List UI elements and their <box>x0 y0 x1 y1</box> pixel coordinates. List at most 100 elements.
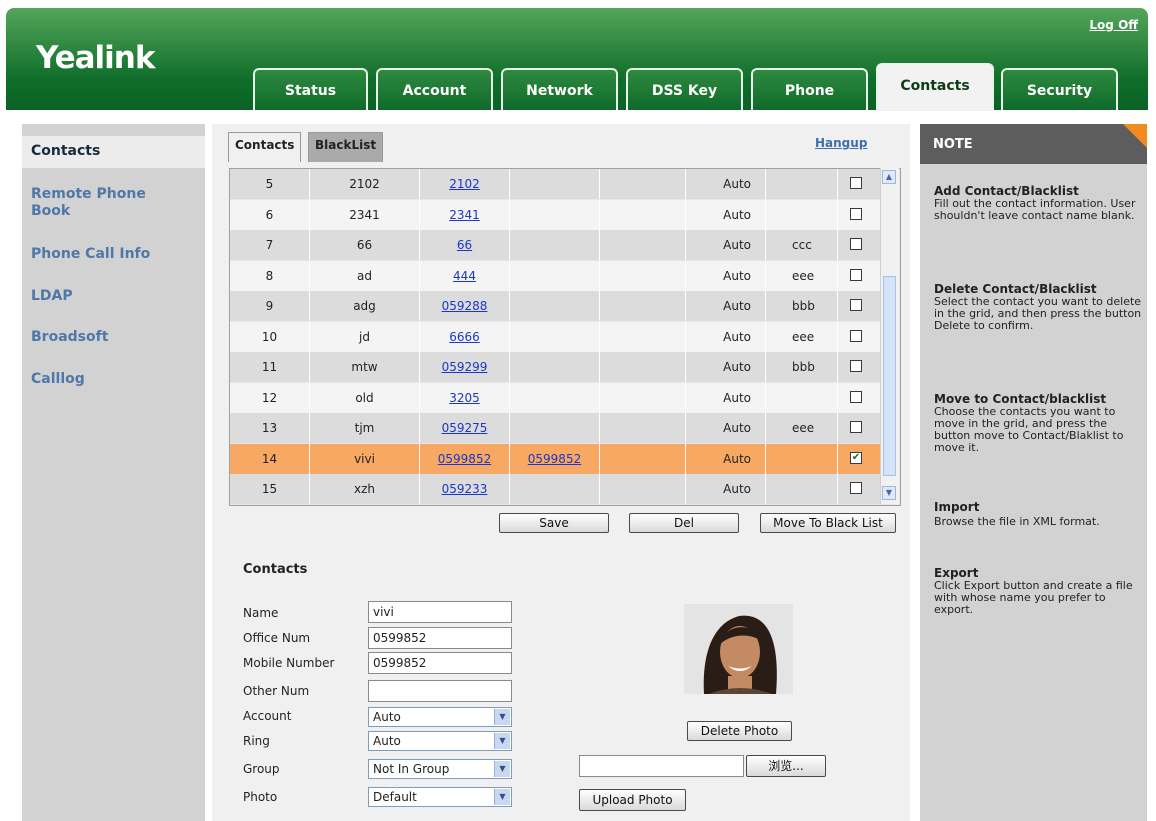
account-select-value: Auto <box>373 710 401 724</box>
hangup-link[interactable]: Hangup <box>815 136 867 150</box>
row-checkbox[interactable] <box>850 299 862 311</box>
office-num-field[interactable]: 0599852 <box>368 627 512 649</box>
row-index: 7 <box>230 230 310 260</box>
sidebar-item-contacts[interactable]: Contacts <box>31 143 100 160</box>
photo-select-value: Default <box>373 790 417 804</box>
row-office-num[interactable]: 0599852 <box>420 443 510 474</box>
subtab-blacklist[interactable]: BlackList <box>308 132 384 162</box>
tab-dss-key[interactable]: DSS Key <box>626 68 743 110</box>
table-row[interactable]: 6 2341 2341 Auto <box>230 199 882 230</box>
row-office-num[interactable]: 059233 <box>420 474 510 504</box>
grid-scrollbar[interactable]: ▲ ▼ <box>880 168 899 504</box>
row-other-num <box>600 230 686 260</box>
row-group: bbb <box>766 291 838 321</box>
row-office-num[interactable]: 66 <box>420 230 510 260</box>
row-office-num[interactable]: 2341 <box>420 199 510 230</box>
row-office-num[interactable]: 6666 <box>420 321 510 352</box>
scroll-up-icon[interactable]: ▲ <box>882 170 896 184</box>
table-row[interactable]: 5 2102 2102 Auto <box>230 169 882 199</box>
scroll-down-icon[interactable]: ▼ <box>882 486 896 500</box>
row-mobile-num[interactable]: 0599852 <box>510 443 600 474</box>
row-checkbox[interactable] <box>850 177 862 189</box>
row-office-num[interactable]: 2102 <box>420 169 510 199</box>
sidebar-item-ldap[interactable]: LDAP <box>31 288 73 305</box>
row-office-num[interactable]: 3205 <box>420 382 510 413</box>
row-checkbox[interactable]: ✔ <box>850 451 862 464</box>
table-row[interactable]: 8 ad 444 Auto eee <box>230 260 882 291</box>
table-row[interactable]: 9 adg 059288 Auto bbb <box>230 291 882 321</box>
scroll-thumb[interactable] <box>883 276 896 476</box>
row-checkbox[interactable] <box>850 390 862 403</box>
row-mobile-num <box>510 413 600 443</box>
table-row[interactable]: 15 xzh 059233 Auto <box>230 474 882 504</box>
photo-label: Photo <box>243 790 278 804</box>
form-title: Contacts <box>243 562 308 577</box>
row-account: Auto <box>686 321 766 352</box>
account-select[interactable]: Auto ▼ <box>368 707 512 727</box>
other-num-field[interactable] <box>368 680 512 702</box>
row-office-num[interactable]: 059299 <box>420 352 510 382</box>
tab-network[interactable]: Network <box>501 68 618 110</box>
row-checkbox[interactable] <box>850 360 862 372</box>
move-to-blacklist-button[interactable]: Move To Black List <box>760 513 896 533</box>
table-row[interactable]: 12 old 3205 Auto <box>230 382 882 413</box>
row-office-num[interactable]: 059275 <box>420 413 510 443</box>
tab-security[interactable]: Security <box>1001 68 1118 110</box>
mobile-number-field[interactable]: 0599852 <box>368 652 512 674</box>
row-checkbox[interactable] <box>850 238 862 250</box>
row-group: eee <box>766 413 838 443</box>
row-other-num <box>600 413 686 443</box>
sidebar-item-broadsoft[interactable]: Broadsoft <box>31 329 108 346</box>
tab-account[interactable]: Account <box>376 68 493 110</box>
row-other-num <box>600 321 686 352</box>
group-select[interactable]: Not In Group ▼ <box>368 759 512 779</box>
note-heading-delete: Delete Contact/Blacklist <box>934 282 1097 296</box>
table-row[interactable]: 7 66 66 Auto ccc <box>230 230 882 260</box>
note-text-add: Fill out the contact information. User s… <box>934 197 1136 222</box>
row-checkbox[interactable] <box>850 207 862 220</box>
row-name: 2341 <box>310 199 420 230</box>
row-checkbox[interactable] <box>850 268 862 281</box>
upload-photo-button[interactable]: Upload Photo <box>579 789 686 811</box>
row-group <box>766 382 838 413</box>
sidebar-item-phone-call-info[interactable]: Phone Call Info <box>31 246 150 263</box>
row-name: mtw <box>310 352 420 382</box>
row-office-num[interactable]: 444 <box>420 260 510 291</box>
name-field[interactable]: vivi <box>368 601 512 623</box>
delete-photo-button[interactable]: Delete Photo <box>687 721 792 741</box>
table-row[interactable]: 14 vivi 0599852 0599852 Auto ✔ <box>230 443 882 474</box>
save-button[interactable]: Save <box>499 513 609 533</box>
sidebar-item-calllog[interactable]: Calllog <box>31 371 85 388</box>
row-checkbox[interactable] <box>850 329 862 342</box>
row-account: Auto <box>686 382 766 413</box>
photo-select[interactable]: Default ▼ <box>368 787 512 807</box>
row-index: 6 <box>230 199 310 230</box>
photo-file-input[interactable] <box>579 755 744 777</box>
group-label: Group <box>243 762 280 776</box>
row-name: adg <box>310 291 420 321</box>
tab-phone[interactable]: Phone <box>751 68 868 110</box>
row-index: 5 <box>230 169 310 199</box>
row-checkbox[interactable] <box>850 482 862 494</box>
tab-status[interactable]: Status <box>253 68 368 110</box>
row-mobile-num <box>510 260 600 291</box>
contacts-grid: 5 2102 2102 Auto 6 2341 2341 Auto 7 66 66 Auto ccc 8 a… <box>229 168 901 506</box>
sidebar-item-remote-phone-book[interactable]: Remote Phone Book <box>31 186 181 220</box>
tab-contacts[interactable]: Contacts <box>876 63 994 111</box>
row-name: 2102 <box>310 169 420 199</box>
table-row[interactable]: 11 mtw 059299 Auto bbb <box>230 352 882 382</box>
row-office-num[interactable]: 059288 <box>420 291 510 321</box>
chevron-down-icon: ▼ <box>494 709 510 725</box>
browse-button[interactable]: 浏览... <box>746 755 826 777</box>
logoff-link[interactable]: Log Off <box>1089 18 1138 32</box>
table-row[interactable]: 10 jd 6666 Auto eee <box>230 321 882 352</box>
row-group: eee <box>766 321 838 352</box>
note-heading-export: Export <box>934 566 979 580</box>
ring-select[interactable]: Auto ▼ <box>368 731 512 751</box>
subtab-contacts[interactable]: Contacts <box>228 132 302 162</box>
row-checkbox[interactable] <box>850 421 862 433</box>
delete-button[interactable]: Del <box>629 513 739 533</box>
row-other-num <box>600 291 686 321</box>
note-title: NOTE <box>933 137 973 152</box>
table-row[interactable]: 13 tjm 059275 Auto eee <box>230 413 882 443</box>
